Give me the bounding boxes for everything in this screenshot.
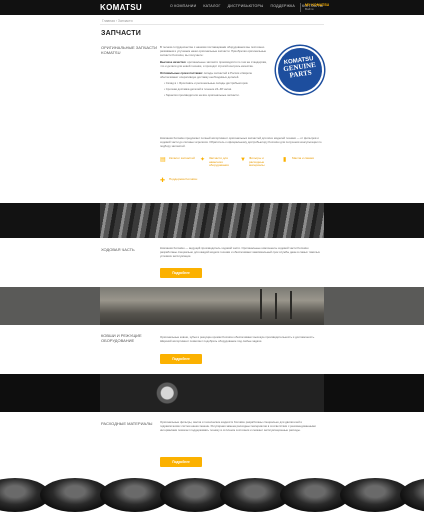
- link-label: Поддержка Komatsu: [169, 177, 198, 181]
- filter-icon: ▼: [240, 157, 246, 163]
- nav-item-catalog[interactable]: Каталог: [203, 4, 220, 8]
- tree-shape: [275, 293, 277, 319]
- undercarriage-more-button[interactable]: Подробнее: [160, 268, 202, 278]
- consumables-image-band: [0, 374, 424, 412]
- genuine-parts-seal: KOMATSU GENUINE PARTS: [272, 42, 328, 98]
- link-label: Каталог запчастей: [169, 156, 195, 160]
- section-heading: Ковши и режущие оборудование: [101, 333, 142, 343]
- intro-note: • Гарантия производителя на все оригинал…: [164, 93, 240, 97]
- intro-footer-text: Компания Komatsu предлагает полный ассор…: [160, 136, 322, 148]
- buckets-photo: [100, 287, 324, 325]
- tree-shape: [260, 289, 262, 319]
- page-title: Запчасти: [101, 30, 141, 37]
- my-komatsu-link[interactable]: MY KOMATSU Войти: [305, 3, 329, 11]
- buckets-more-button[interactable]: Подробнее: [160, 354, 202, 364]
- document-icon: ▤: [160, 157, 166, 163]
- intro-note: • Срочная доставка деталей в течение 24–…: [164, 87, 232, 91]
- intro-paragraph: В тесном сотрудничестве с нашими поставщ…: [160, 45, 267, 57]
- intro-heading: Оригинальные запчасти Komatsu: [101, 45, 158, 55]
- filters-image-band: [0, 478, 424, 512]
- nav-item-support[interactable]: Поддержка: [270, 4, 295, 8]
- intro-bullet: Высокое качество: оригинальные запчасти …: [160, 60, 270, 68]
- top-navigation-bar: KOMATSU О компании Каталог Дистрибьюторы…: [0, 0, 424, 15]
- buckets-image-band: [0, 287, 424, 325]
- intro-note: • Склад в г. Ярославль и региональные ск…: [164, 81, 249, 85]
- link-label: Фильтры и расходные материалы: [249, 156, 265, 168]
- truck-icon: ✚: [160, 178, 166, 184]
- wrench-icon: ✦: [200, 157, 206, 163]
- intro-text: В тесном сотрудничестве с нашими поставщ…: [160, 45, 270, 97]
- filter-shape: [400, 478, 424, 512]
- komatsu-logo[interactable]: KOMATSU: [100, 3, 142, 12]
- nav-divider: [300, 3, 301, 12]
- undercarriage-photo: [100, 203, 324, 238]
- link-label: Масла и смазки: [292, 156, 315, 160]
- tree-shape: [290, 291, 292, 319]
- undercarriage-image-band: [0, 203, 424, 238]
- intro-bullet: Оптимальные сроки поставки: склады запча…: [160, 71, 270, 79]
- nav-item-about[interactable]: О компании: [170, 4, 196, 8]
- breadcrumb[interactable]: Главная › Запчасти: [102, 19, 132, 23]
- section-text: Оригинальные ковши, зубья и режущие кром…: [160, 335, 315, 343]
- nav-item-distributors[interactable]: Дистрибьюторы: [228, 4, 264, 8]
- oil-icon: ▮: [283, 157, 287, 163]
- divider: [100, 24, 324, 25]
- section-text: Компания Komatsu — ведущий производитель…: [160, 246, 320, 258]
- section-heading: Расходные материалы: [101, 421, 153, 426]
- login-label: Войти: [305, 7, 314, 11]
- link-label: Запчасти для навесного оборудования: [209, 156, 229, 168]
- consumables-more-button[interactable]: Подробнее: [160, 457, 202, 467]
- consumables-photo: [100, 374, 324, 412]
- section-text: Оригинальные фильтры, масла и технически…: [160, 420, 316, 432]
- section-heading: Ходовая часть: [101, 247, 135, 252]
